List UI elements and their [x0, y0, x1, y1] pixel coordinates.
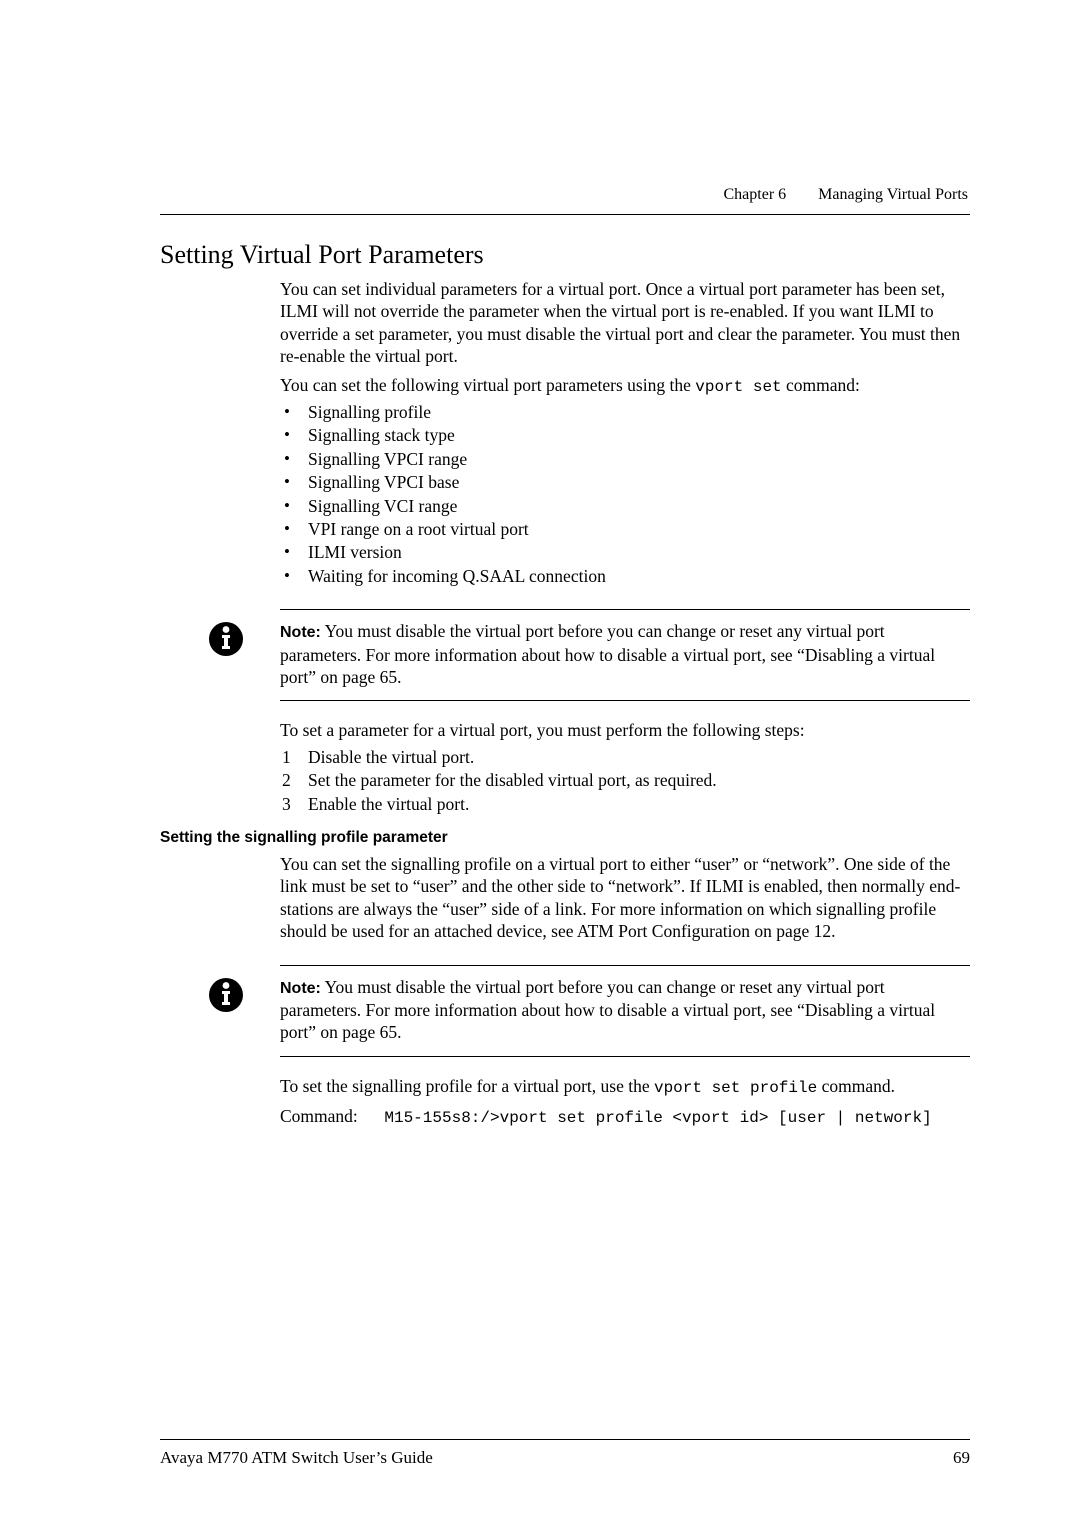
page-footer: Avaya M770 ATM Switch User’s Guide 69 [160, 1439, 970, 1468]
list-item: Signalling stack type [280, 424, 970, 446]
note-body: Note: You must disable the virtual port … [280, 610, 970, 700]
command-text: M15-155s8:/>vport set profile <vport id>… [384, 1109, 931, 1127]
list-item: Signalling profile [280, 401, 970, 423]
intro-paragraph-2: You can set the following virtual port p… [280, 374, 970, 397]
note-label: Note: [280, 980, 321, 997]
command-label: Command: [280, 1106, 380, 1127]
running-header: Chapter 6 Managing Virtual Ports [724, 186, 969, 204]
intro-paragraph-1: You can set individual parameters for a … [280, 278, 970, 368]
intro2-post: command: [782, 375, 860, 395]
note-rule-bottom [280, 1056, 970, 1057]
subsection-paragraph: You can set the signalling profile on a … [280, 853, 970, 943]
steps-intro: To set a parameter for a virtual port, y… [280, 719, 970, 741]
footer-rule [160, 1439, 970, 1440]
list-item: Set the parameter for the disabled virtu… [280, 769, 970, 791]
page-number: 69 [953, 1448, 970, 1468]
note-block: Note: You must disable the virtual port … [280, 965, 970, 1057]
note-rule-bottom [280, 700, 970, 701]
section-heading: Setting Virtual Port Parameters [160, 240, 970, 270]
info-icon [208, 977, 244, 1013]
cmd-intro-pre: To set the signalling profile for a virt… [280, 1076, 654, 1096]
chapter-title: Managing Virtual Ports [818, 186, 968, 203]
footer-title: Avaya M770 ATM Switch User’s Guide [160, 1448, 433, 1468]
list-item: Waiting for incoming Q.SAAL connection [280, 565, 970, 587]
steps-list: Disable the virtual port. Set the parame… [280, 746, 970, 815]
cmd-intro-code: vport set profile [654, 1079, 817, 1097]
subsection-heading: Setting the signalling profile parameter [160, 829, 970, 847]
note-text: You must disable the virtual port before… [280, 977, 935, 1043]
list-item: Disable the virtual port. [280, 746, 970, 768]
list-item: VPI range on a root virtual port [280, 518, 970, 540]
command-row: Command: M15-155s8:/>vport set profile <… [280, 1106, 970, 1127]
list-item: Signalling VPCI range [280, 448, 970, 470]
info-icon [208, 621, 244, 657]
note-body: Note: You must disable the virtual port … [280, 966, 970, 1056]
chapter-number: Chapter 6 [724, 186, 787, 203]
note-label: Note: [280, 624, 321, 641]
intro2-code: vport set [695, 378, 781, 396]
note-text: You must disable the virtual port before… [280, 621, 935, 687]
note-block: Note: You must disable the virtual port … [280, 609, 970, 701]
command-intro: To set the signalling profile for a virt… [280, 1075, 970, 1098]
list-item: ILMI version [280, 541, 970, 563]
list-item: Signalling VPCI base [280, 471, 970, 493]
intro2-pre: You can set the following virtual port p… [280, 375, 695, 395]
list-item: Enable the virtual port. [280, 793, 970, 815]
header-rule [160, 214, 970, 215]
cmd-intro-post: command. [817, 1076, 895, 1096]
parameter-bullet-list: Signalling profile Signalling stack type… [280, 401, 970, 587]
list-item: Signalling VCI range [280, 495, 970, 517]
